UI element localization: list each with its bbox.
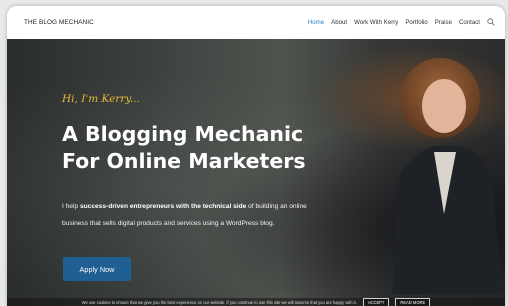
site-logo-text[interactable]: THE BLOG MECHANIC <box>24 19 94 26</box>
apply-now-button[interactable]: Apply Now <box>63 257 131 281</box>
hero-headline: A Blogging Mechanic For Online Marketers <box>62 121 362 175</box>
hero-section: Hi, I'm Kerry... A Blogging Mechanic For… <box>7 39 505 306</box>
cookie-notice-bar: We use cookies to ensure that we give yo… <box>7 297 505 306</box>
intro-text-part-1: I help <box>62 203 80 210</box>
nav-item-praise[interactable]: Praise <box>435 19 452 26</box>
cookie-notice-text: We use cookies to ensure that we give yo… <box>81 299 357 305</box>
site-header: THE BLOG MECHANIC Home About Work With K… <box>7 6 505 40</box>
search-icon[interactable] <box>487 18 495 26</box>
hero-intro-text: I help success-driven entrepreneurs with… <box>62 199 317 232</box>
main-nav: Home About Work With Kerry Portfolio Pra… <box>308 18 495 26</box>
nav-item-contact[interactable]: Contact <box>459 19 480 26</box>
intro-text-bold: success-driven entrepreneurs with the te… <box>79 203 247 210</box>
hero-headline-line-2: For Online Marketers <box>62 149 306 173</box>
nav-item-portfolio[interactable]: Portfolio <box>405 19 427 26</box>
hero-headline-line-1: A Blogging Mechanic <box>62 122 304 146</box>
nav-item-about[interactable]: About <box>331 19 347 26</box>
browser-page: THE BLOG MECHANIC Home About Work With K… <box>7 6 505 306</box>
nav-item-home[interactable]: Home <box>308 19 324 26</box>
nav-item-work-with-kerry[interactable]: Work With Kerry <box>354 19 398 26</box>
hero-tagline: Hi, I'm Kerry... <box>62 93 140 105</box>
cookie-read-more-button[interactable]: READ MORE <box>395 297 431 306</box>
hero-portrait-image <box>392 58 502 294</box>
cookie-accept-button[interactable]: ACCEPT <box>362 297 390 306</box>
